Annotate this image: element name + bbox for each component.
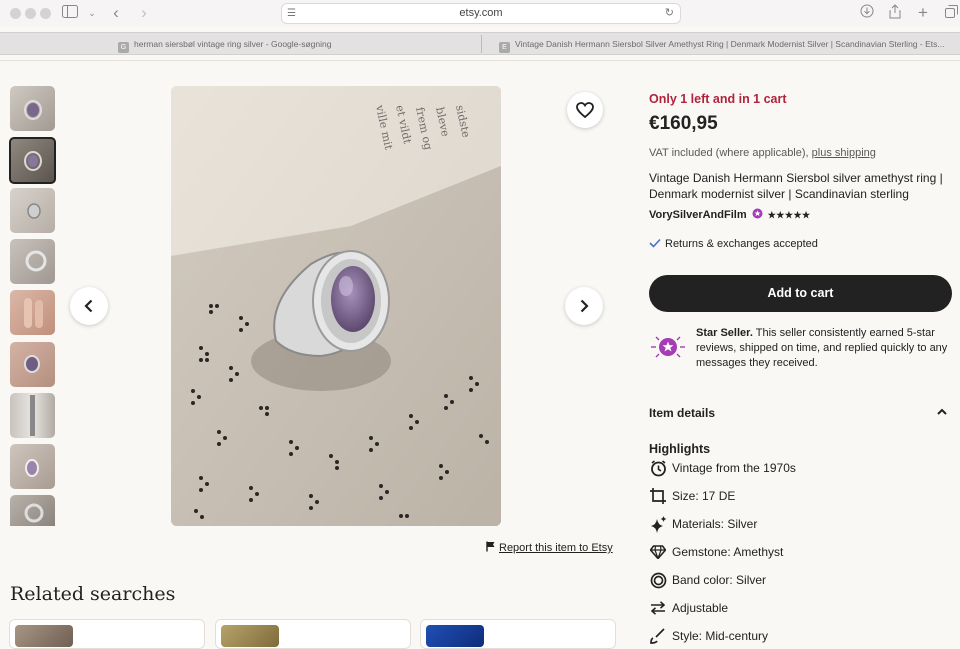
shipping-link[interactable]: plus shipping <box>812 147 876 159</box>
tab-overview-icon[interactable] <box>942 4 960 22</box>
chevron-right-icon <box>580 299 589 313</box>
thumbnail-6[interactable] <box>10 342 55 387</box>
clock-icon <box>649 459 667 477</box>
browser-toolbar: ⌄ ‹ › ☰ etsy.com ↻ + <box>0 0 960 27</box>
favorite-button[interactable] <box>567 92 603 128</box>
main-product-image[interactable]: ville mit et vildt frem og bleve sidste <box>171 86 501 526</box>
heart-icon <box>576 102 594 118</box>
sparkle-icon <box>649 515 667 533</box>
ring-icon <box>649 571 667 589</box>
price: €160,95 <box>649 113 718 134</box>
tab-label: Vintage Danish Hermann Siersbol Silver A… <box>515 39 945 49</box>
header-divider <box>0 60 960 61</box>
thumbnail-1[interactable] <box>10 86 55 131</box>
star-seller-icon <box>651 336 685 358</box>
new-tab-icon[interactable]: + <box>914 4 932 22</box>
reload-icon[interactable]: ↻ <box>665 4 674 23</box>
rating-stars: ★★★★★ <box>767 210 811 220</box>
arrows-icon <box>649 599 667 617</box>
chevron-down-icon[interactable]: ⌄ <box>83 4 101 22</box>
stock-status: Only 1 left and in 1 cart <box>649 92 787 106</box>
share-icon[interactable] <box>886 4 904 22</box>
related-search-card-1[interactable] <box>9 619 205 649</box>
tab-label: herman siersbøl vintage ring silver - Go… <box>134 39 332 49</box>
back-icon[interactable]: ‹ <box>107 4 125 22</box>
related-search-card-3[interactable] <box>420 619 616 649</box>
star-seller-info: Star Seller. This seller consistently ea… <box>696 327 948 369</box>
highlight-row: Gemstone: Amethyst <box>649 542 783 562</box>
related-searches-heading: Related searches <box>10 583 176 605</box>
add-to-cart-button[interactable]: Add to cart <box>649 275 952 312</box>
thumbnail-7[interactable] <box>10 393 55 438</box>
thumbnail-5[interactable] <box>10 290 55 335</box>
gem-icon <box>649 543 667 561</box>
listing-title: Vintage Danish Hermann Siersbol silver a… <box>649 171 943 201</box>
close-window-button[interactable] <box>10 8 21 19</box>
page-menu-icon[interactable]: ☰ <box>287 4 296 23</box>
check-icon <box>649 238 661 248</box>
thumbnail-2-selected[interactable] <box>9 137 56 184</box>
item-details-header[interactable]: Item details <box>649 406 715 420</box>
tab-etsy-listing[interactable]: E Vintage Danish Hermann Siersbol Silver … <box>499 33 960 55</box>
highlights-heading: Highlights <box>649 442 711 456</box>
shop-name-link[interactable]: VorySilverAndFilm <box>649 209 747 221</box>
zoom-window-button[interactable] <box>40 8 51 19</box>
shop-name-row: VorySilverAndFilm ★★★★★ <box>649 208 811 221</box>
download-icon[interactable] <box>858 4 876 22</box>
returns-policy: Returns & exchanges accepted <box>649 238 818 250</box>
vat-info: VAT included (where applicable), plus sh… <box>649 147 876 159</box>
highlight-row: Adjustable <box>649 598 728 618</box>
thumbnail-8[interactable] <box>10 444 55 489</box>
highlight-row: Style: Mid-century <box>649 626 768 646</box>
etsy-favicon-icon: E <box>499 42 510 53</box>
highlight-row: Materials: Silver <box>649 514 757 534</box>
sidebar-toggle-icon[interactable] <box>61 4 79 22</box>
url-text: etsy.com <box>459 7 503 19</box>
tab-divider <box>481 35 482 53</box>
address-bar[interactable]: ☰ etsy.com ↻ <box>281 3 681 24</box>
minimize-window-button[interactable] <box>25 8 36 19</box>
thumbnail-3[interactable] <box>10 188 55 233</box>
size-icon <box>649 487 667 505</box>
flag-icon <box>486 541 495 552</box>
chevron-left-icon <box>84 299 93 313</box>
related-search-card-2[interactable] <box>215 619 411 649</box>
related-card-image <box>15 625 73 647</box>
star-seller-badge-icon <box>752 208 763 219</box>
highlight-row: Size: 17 DE <box>649 486 735 506</box>
previous-image-button[interactable] <box>70 287 108 325</box>
highlight-row: Vintage from the 1970s <box>649 458 796 478</box>
highlight-row: Band color: Silver <box>649 570 766 590</box>
tab-google-search[interactable]: Gherman siersbøl vintage ring silver - G… <box>118 33 478 55</box>
related-card-image <box>221 625 279 647</box>
chevron-up-icon[interactable] <box>937 408 947 415</box>
thumbnail-4[interactable] <box>10 239 55 284</box>
next-image-button[interactable] <box>565 287 603 325</box>
tab-bar: Gherman siersbøl vintage ring silver - G… <box>0 32 960 55</box>
report-item-link[interactable]: Report this item to Etsy <box>486 541 613 554</box>
thumbnail-9[interactable] <box>10 495 55 526</box>
forward-icon[interactable]: › <box>135 4 153 22</box>
related-card-image <box>426 625 484 647</box>
google-favicon-icon: G <box>118 42 129 53</box>
brush-icon <box>649 627 667 645</box>
